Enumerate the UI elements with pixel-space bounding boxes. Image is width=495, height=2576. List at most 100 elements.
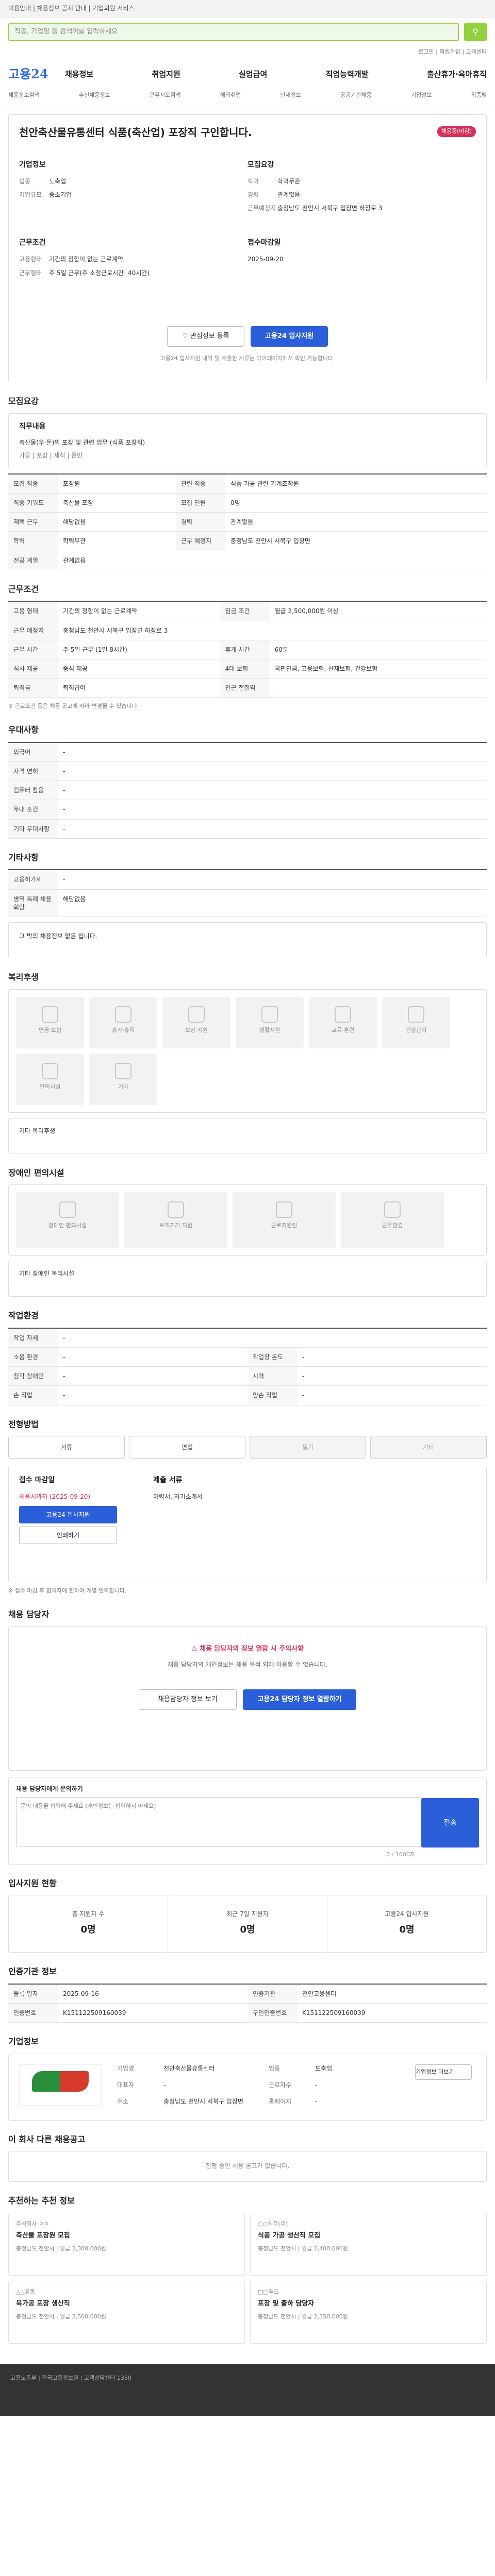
company-key: 주소 xyxy=(117,2097,129,2105)
row-label: 컴퓨터 활용 xyxy=(8,781,58,801)
welfare-tile: 교육·훈련 xyxy=(309,996,377,1048)
submenu-item-1[interactable]: 추천채용정보 xyxy=(79,92,110,99)
process-tab-0[interactable]: 서류 xyxy=(8,1436,125,1459)
section-title-conditions: 근무조건 xyxy=(8,584,39,594)
util-links[interactable]: 로그인 | 회원가입 | 고객센터 xyxy=(0,46,495,60)
recommend-item[interactable]: △△유통 육가공 포장 생산직 충청남도 천안시 | 월급 2,500,000원 xyxy=(8,2281,245,2344)
apply-button-2[interactable]: 고용24 입사지원 xyxy=(19,1506,117,1524)
row-value: - xyxy=(58,870,487,890)
process-tab-2[interactable]: 필기 xyxy=(250,1436,366,1459)
place-value: 충청남도 천안시 서북구 입장면 하장로 3 xyxy=(277,205,383,212)
row-label: 근무 예정지 xyxy=(175,531,225,551)
section-title-welfare: 복리후생 xyxy=(8,972,39,982)
co-size-key: 기업규모 xyxy=(19,191,42,199)
co-kind-key: 업종 xyxy=(19,177,31,185)
work-shift-value: 주 5일 근무(주 소정근로시간: 40시간) xyxy=(49,269,150,277)
welfare-tile-label: 보조기기 지원 xyxy=(159,1222,193,1229)
question-counter: 0 / 1000자 xyxy=(386,1851,415,1858)
row-label: 전공 계열 xyxy=(8,551,58,570)
row-label: 외국어 xyxy=(8,742,58,762)
print-button[interactable]: 인쇄하기 xyxy=(19,1527,117,1545)
row-value: - xyxy=(269,678,487,698)
stats-box: 총 지원자 수 0명 최근 7일 지원자 0명 고용24 입사지원 0명 xyxy=(8,1895,487,1953)
duty-table: 모집 직종 포장원 관련 직종 식품 가공 관련 기계조작원 직종 키워드 축산물 포장 모… xyxy=(8,473,487,570)
welfare-tile-label: 보상·지원 xyxy=(185,1026,208,1033)
menu-item-4[interactable]: 출산휴가·육아휴직 xyxy=(427,69,487,79)
category-icon xyxy=(42,1062,58,1079)
welfare-tile-label: 장애인 편의시설 xyxy=(48,1222,87,1229)
regist-table: 등록 일자 2025-09-16 인증기관 천안고용센터 인증번호 K1511225091… xyxy=(8,1983,487,2023)
search-input[interactable]: 직종, 기업명 등 검색어를 입력하세요 xyxy=(8,23,459,41)
other-box: 그 밖의 채용정보 없음 입니다. xyxy=(8,922,487,959)
recommend-company: △△유통 xyxy=(16,2289,36,2296)
table-row: 직종 키워드 축산물 포장 모집 인원 0명 xyxy=(8,493,487,513)
section-title-duty: 모집요강 xyxy=(8,396,39,406)
table-row: 근무 시간 주 5일 근무 (1일 8시간) 휴게 시간 60분 xyxy=(8,640,487,659)
co-kind-value: 도축업 xyxy=(49,177,67,185)
menu-item-0[interactable]: 채용정보 xyxy=(65,69,93,79)
recommend-item[interactable]: □□푸드 포장 및 출하 담당자 충청남도 천안시 | 월급 2,350,000원 xyxy=(250,2281,487,2344)
search-row: 직종, 기업명 등 검색어를 입력하세요 ⚲ xyxy=(0,18,495,46)
recommend-item[interactable]: 주식회사 ㅇㅇ 축산물 포장원 모집 충청남도 천안시 | 월급 2,300,000… xyxy=(8,2213,245,2276)
category-icon xyxy=(408,1006,424,1023)
recommend-item[interactable]: ○○식품(주) 식품 가공 생산직 모집 충청남도 천안시 | 월급 2,400,0… xyxy=(250,2213,487,2276)
save-job-button[interactable]: ♡ 관심정보 등록 xyxy=(167,326,244,347)
welfare-tile: 휴가·휴직 xyxy=(89,996,157,1048)
row-value: - xyxy=(58,1347,248,1367)
submenu-item-4[interactable]: 인재정보 xyxy=(280,92,301,99)
welfare-tile: 생활지원 xyxy=(236,996,304,1048)
recommend-company: 주식회사 ㅇㅇ xyxy=(16,2221,50,2228)
table-row: 식사 제공 중식 제공 4대 보험 국민연금, 고용보험, 산재보험, 건강보험 xyxy=(8,659,487,679)
row-value: 천안고용센터 xyxy=(297,1984,487,2004)
row-value: - xyxy=(58,1328,487,1348)
process-tab-1[interactable]: 면접 xyxy=(129,1436,245,1459)
company-key: 대표자 xyxy=(117,2081,135,2089)
welfare-tile: 장애인 편의시설 xyxy=(16,1192,119,1248)
submenu-item-7[interactable]: 직종별 xyxy=(471,92,487,99)
row-value: 60분 xyxy=(269,640,487,659)
process-note: ※ 접수 마감 후 합격자에 한하여 개별 연락합니다. xyxy=(8,1587,127,1595)
row-value: 2025-09-16 xyxy=(58,1984,248,2004)
category-icon xyxy=(261,1006,278,1023)
category-icon xyxy=(59,1201,76,1218)
section-title-contact: 채용 담당자 xyxy=(8,1609,50,1620)
table-row: 외국어 - xyxy=(8,742,487,762)
welfare-tile: 기타 xyxy=(89,1053,157,1105)
welfare-tile-label: 교육·훈련 xyxy=(332,1026,354,1033)
question-input[interactable] xyxy=(16,1797,423,1846)
menu-item-1[interactable]: 취업지원 xyxy=(152,69,180,79)
submenu-item-3[interactable]: 해외취업 xyxy=(220,92,241,99)
site-logo[interactable]: 고용24 xyxy=(8,66,65,82)
submenu-item-0[interactable]: 채용정보검색 xyxy=(8,92,40,99)
apply-button[interactable]: 고용24 입사지원 xyxy=(251,326,328,347)
row-value: 해당없음 xyxy=(58,512,176,532)
recommend-company: ○○식품(주) xyxy=(258,2221,288,2228)
company-value: - xyxy=(315,2081,318,2089)
company-logo-mark xyxy=(32,2071,89,2092)
welfare-tile-label: 편의시설 xyxy=(39,1083,61,1090)
row-value: 충청남도 천안시 서북구 입장면 xyxy=(225,531,487,551)
menu-item-3[interactable]: 직업능력개발 xyxy=(326,69,369,79)
category-icon xyxy=(335,1006,351,1023)
menu-item-2[interactable]: 실업급여 xyxy=(239,69,267,79)
open-contact-button[interactable]: 고용24 담당자 정보 열람하기 xyxy=(243,1689,357,1710)
search-button[interactable]: ⚲ xyxy=(464,23,487,41)
company-logo xyxy=(19,2064,102,2106)
other-jobs-empty: 진행 중인 채용 공고가 없습니다. xyxy=(8,2151,487,2182)
submenu-item-6[interactable]: 기업정보 xyxy=(411,92,432,99)
recommend-title: 축산물 포장원 모집 xyxy=(16,2231,70,2240)
table-row: 학력 학력무관 근무 예정지 충청남도 천안시 서북구 입장면 xyxy=(8,531,487,551)
section-title-other-jobs: 이 회사 다른 채용공고 xyxy=(8,2134,86,2144)
welfare-tile: 근로지원인 xyxy=(233,1192,336,1248)
send-question-button[interactable]: 전송 xyxy=(421,1798,479,1848)
view-contact-button[interactable]: 채용담당자 정보 보기 xyxy=(138,1689,237,1710)
submenu-item-2[interactable]: 근무지도검색 xyxy=(150,92,181,99)
welfare-card: 연금·보험 휴가·휴직 보상·지원 생활지원 교육·훈련 건강관리 편의시설 기타 xyxy=(8,989,487,1113)
row-label: 직종 키워드 xyxy=(8,493,58,513)
recommend-list: 주식회사 ㅇㅇ 축산물 포장원 모집 충청남도 천안시 | 월급 2,300,000… xyxy=(8,2213,487,2344)
global-nav: 고용24 채용정보 취업지원 실업급여 직업능력개발 출산휴가·육아휴직 채용정보검색 추… xyxy=(0,60,495,107)
stat-item: 총 지원자 수 0명 xyxy=(9,1895,168,1953)
company-more-button[interactable]: 기업정보 더보기 xyxy=(415,2064,472,2080)
submenu-item-5[interactable]: 공공기관채용 xyxy=(340,92,372,99)
process-tab-3[interactable]: 기타 xyxy=(370,1436,487,1459)
